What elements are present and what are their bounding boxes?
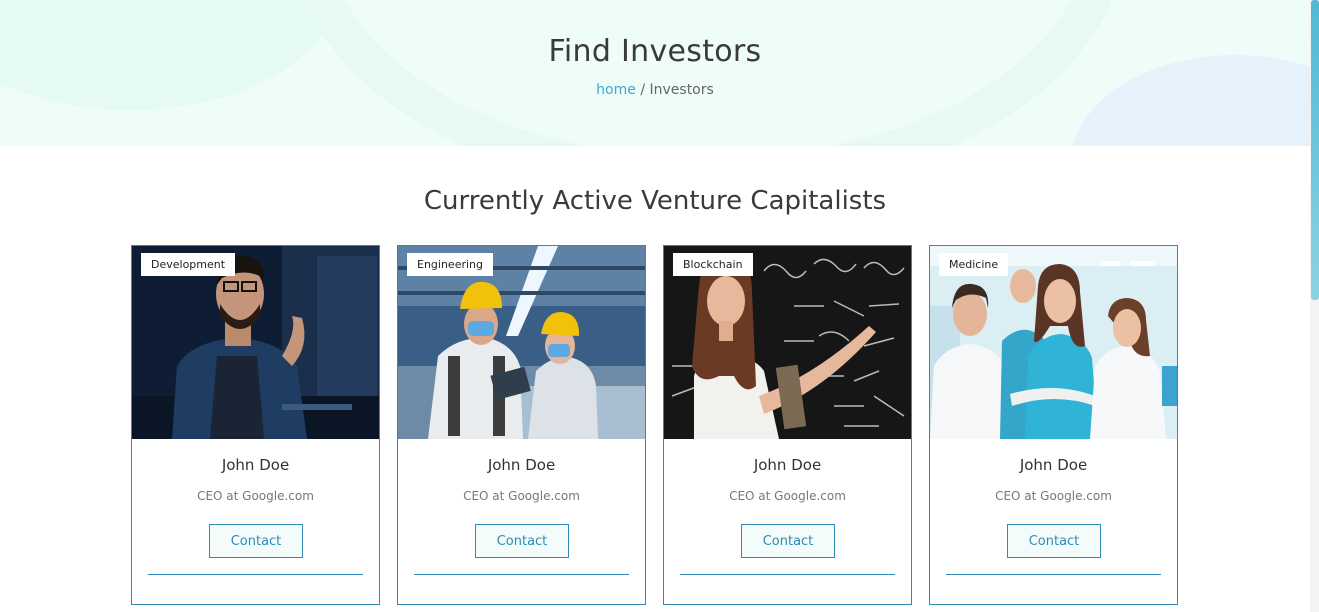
investor-name: John Doe [221,456,290,474]
card-divider [680,574,895,575]
investor-card: Blockchain John Doe CEO at Google.com Co… [663,245,912,605]
breadcrumb-home-link[interactable]: home [596,82,636,98]
investor-role: CEO at Google.com [995,489,1112,503]
investor-name: John Doe [753,456,822,474]
breadcrumb-separator: / [635,82,650,98]
breadcrumb-current: Investors [649,82,714,98]
section-title: Currently Active Venture Capitalists [423,186,887,216]
contact-button[interactable]: Contact [1007,524,1101,558]
investor-card: Engineering John Doe CEO at Google.com C… [397,245,646,605]
page-hero: Find Investors home / Investors [0,0,1310,146]
investor-name: John Doe [1019,456,1088,474]
page-title: Find Investors [548,34,762,69]
category-tag: Development [141,253,236,276]
contact-button[interactable]: Contact [209,524,303,558]
investor-card: Medicine John Doe CEO at Google.com Cont… [929,245,1178,605]
investor-role: CEO at Google.com [463,489,580,503]
investor-photo: Development [132,246,379,439]
category-tag: Engineering [407,253,493,276]
investor-photo: Medicine [930,246,1177,439]
investor-role: CEO at Google.com [729,489,846,503]
investor-role: CEO at Google.com [197,489,314,503]
page-scrollbar[interactable] [1310,0,1319,612]
investor-photo: Engineering [398,246,645,439]
breadcrumb: home / Investors [0,82,1310,98]
investor-card: Development John Doe CEO at Google.com C… [131,245,380,605]
contact-button[interactable]: Contact [475,524,569,558]
card-divider [148,574,363,575]
investor-name: John Doe [487,456,556,474]
contact-button[interactable]: Contact [741,524,835,558]
card-divider [946,574,1161,575]
category-tag: Blockchain [673,253,753,276]
category-tag: Medicine [939,253,1009,276]
investor-photo: Blockchain [664,246,911,439]
scrollbar-thumb[interactable] [1311,0,1319,300]
investor-cards: Development John Doe CEO at Google.com C… [131,245,1181,612]
card-divider [414,574,629,575]
